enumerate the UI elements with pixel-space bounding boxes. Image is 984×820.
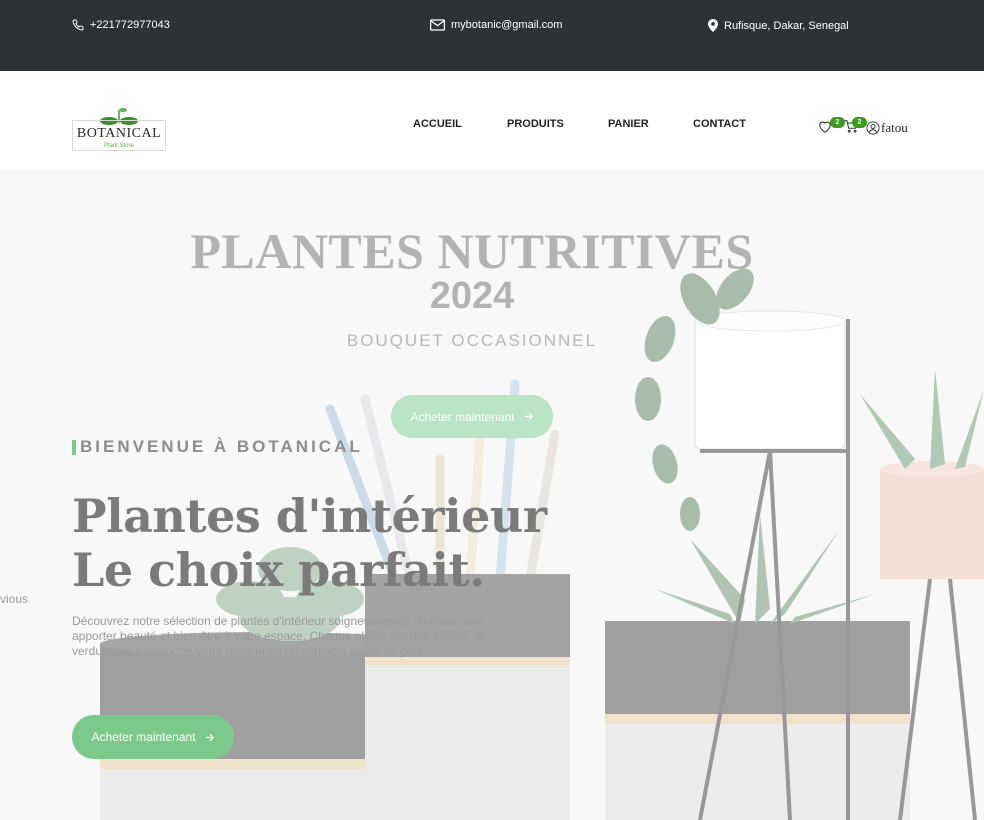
kicker-text: BIENVENUE À BOTANICAL: [80, 437, 363, 456]
location-pin-icon: [708, 19, 718, 32]
mail-icon: [430, 19, 445, 31]
phone-number: +221772977043: [90, 19, 170, 31]
kicker-accent-bar: [72, 439, 76, 455]
top-bar: +221772977043 mybotanic@gmail.com Rufisq…: [0, 0, 984, 71]
arrow-right-icon: [524, 412, 533, 421]
phone-icon: [72, 19, 84, 31]
botanical-logo[interactable]: BOTANICAL Plant Store: [72, 105, 166, 151]
address-text: Rufisque, Dakar, Senegal: [724, 19, 849, 32]
hero-slider: PLANTES NUTRITIVES 2024 BOUQUET OCCASION…: [0, 169, 984, 820]
headline-line-2: Le choix parfait.: [72, 543, 485, 597]
cart-count-badge: 2: [852, 117, 867, 128]
user-icon: [866, 121, 880, 135]
hero-description: Découvrez notre sélection de plantes d'i…: [72, 614, 487, 658]
nav-accueil[interactable]: ACCUEIL: [413, 118, 462, 130]
address-contact: Rufisque, Dakar, Senegal: [708, 19, 849, 32]
hero-buy-label: Acheter maintenant: [91, 730, 196, 744]
slide-year: 2024: [429, 275, 515, 317]
slide-buy-button[interactable]: Acheter maintenant: [391, 395, 553, 438]
wishlist-count-badge: 2: [830, 117, 845, 128]
slide-title: PLANTES NUTRITIVES: [190, 223, 754, 279]
nav-contact[interactable]: CONTACT: [693, 118, 746, 130]
logo-name: BOTANICAL: [76, 126, 162, 141]
nav-panier[interactable]: PANIER: [608, 118, 649, 130]
main-header: BOTANICAL Plant Store ACCUEIL PRODUITS P…: [0, 71, 984, 169]
headline-line-1: Plantes d'intérieur: [72, 489, 547, 543]
cart-button[interactable]: 2: [844, 117, 867, 136]
hero-headline: Plantes d'intérieur Le choix parfait.: [72, 489, 547, 597]
email-address: mybotanic@gmail.com: [451, 19, 563, 31]
user-account[interactable]: fatou: [866, 120, 908, 136]
user-name: fatou: [881, 120, 908, 135]
logo-tagline: Plant Store: [104, 143, 134, 149]
header-actions: 2 2 fatou: [818, 117, 908, 138]
slide-buy-label: Acheter maintenant: [410, 409, 515, 424]
wishlist-button[interactable]: 2: [818, 117, 845, 136]
email-contact[interactable]: mybotanic@gmail.com: [430, 19, 562, 31]
welcome-kicker: BIENVENUE À BOTANICAL: [72, 437, 363, 457]
nav-produits[interactable]: PRODUITS: [507, 118, 564, 130]
hero-buy-button[interactable]: Acheter maintenant: [72, 715, 234, 759]
slider-previous-control[interactable]: vious: [0, 592, 28, 606]
slide-subtitle: BOUQUET OCCASIONNEL: [346, 331, 598, 350]
phone-contact[interactable]: +221772977043: [72, 19, 170, 31]
arrow-right-icon: [205, 733, 214, 741]
